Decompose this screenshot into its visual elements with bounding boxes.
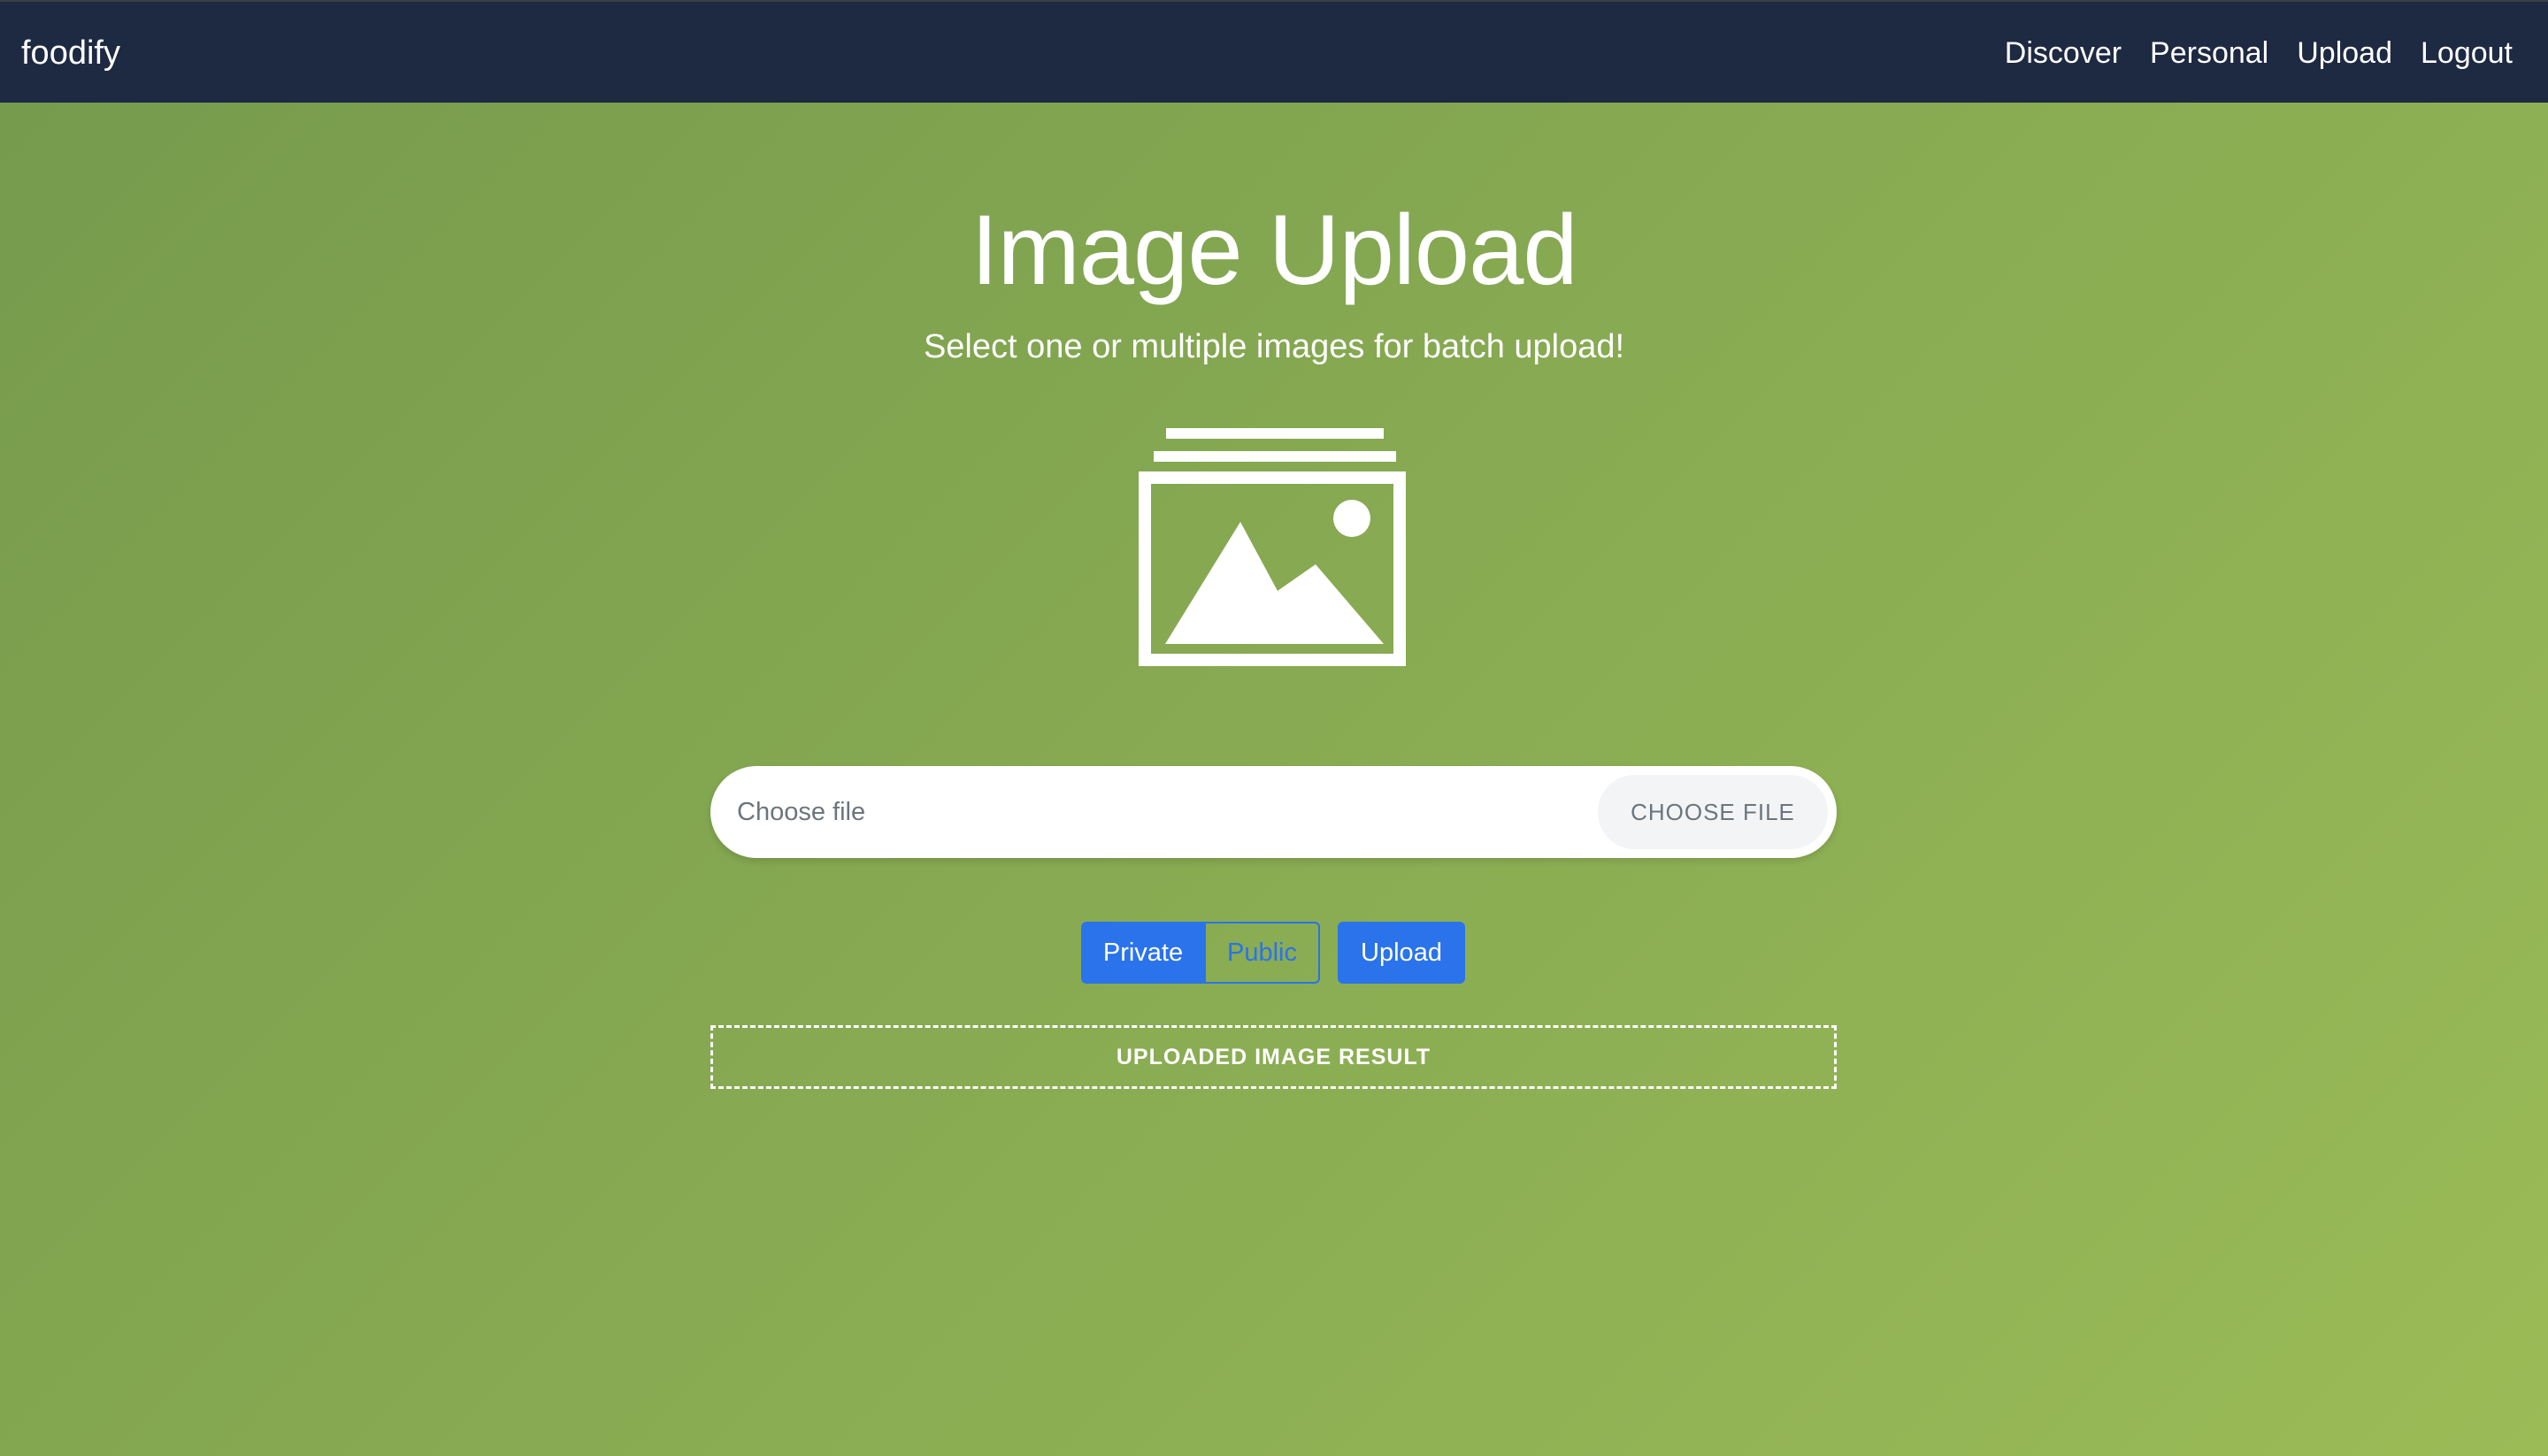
nav-link-logout[interactable]: Logout bbox=[2421, 34, 2513, 73]
brand-logo[interactable]: foodify bbox=[21, 34, 120, 73]
file-input[interactable]: Choose file CHOOSE FILE bbox=[710, 766, 1837, 858]
upload-button[interactable]: Upload bbox=[1338, 922, 1465, 984]
image-stack-icon bbox=[1139, 428, 1406, 666]
page-title: Image Upload bbox=[971, 195, 1577, 305]
nav-link-personal[interactable]: Personal bbox=[2150, 34, 2268, 73]
public-toggle-button[interactable]: Public bbox=[1205, 922, 1320, 984]
nav-link-discover[interactable]: Discover bbox=[2005, 34, 2122, 73]
private-toggle-button[interactable]: Private bbox=[1081, 922, 1205, 984]
file-input-placeholder: Choose file bbox=[737, 798, 866, 826]
navbar: foodify Discover Personal Upload Logout bbox=[0, 0, 2548, 103]
nav-links: Discover Personal Upload Logout bbox=[2005, 34, 2513, 73]
nav-link-upload[interactable]: Upload bbox=[2297, 34, 2392, 73]
visibility-toggle: Private Public bbox=[1081, 922, 1320, 984]
choose-file-button[interactable]: CHOOSE FILE bbox=[1598, 775, 1828, 849]
page-subtitle: Select one or multiple images for batch … bbox=[923, 328, 1625, 365]
uploaded-image-result: UPLOADED IMAGE RESULT bbox=[710, 1025, 1837, 1089]
